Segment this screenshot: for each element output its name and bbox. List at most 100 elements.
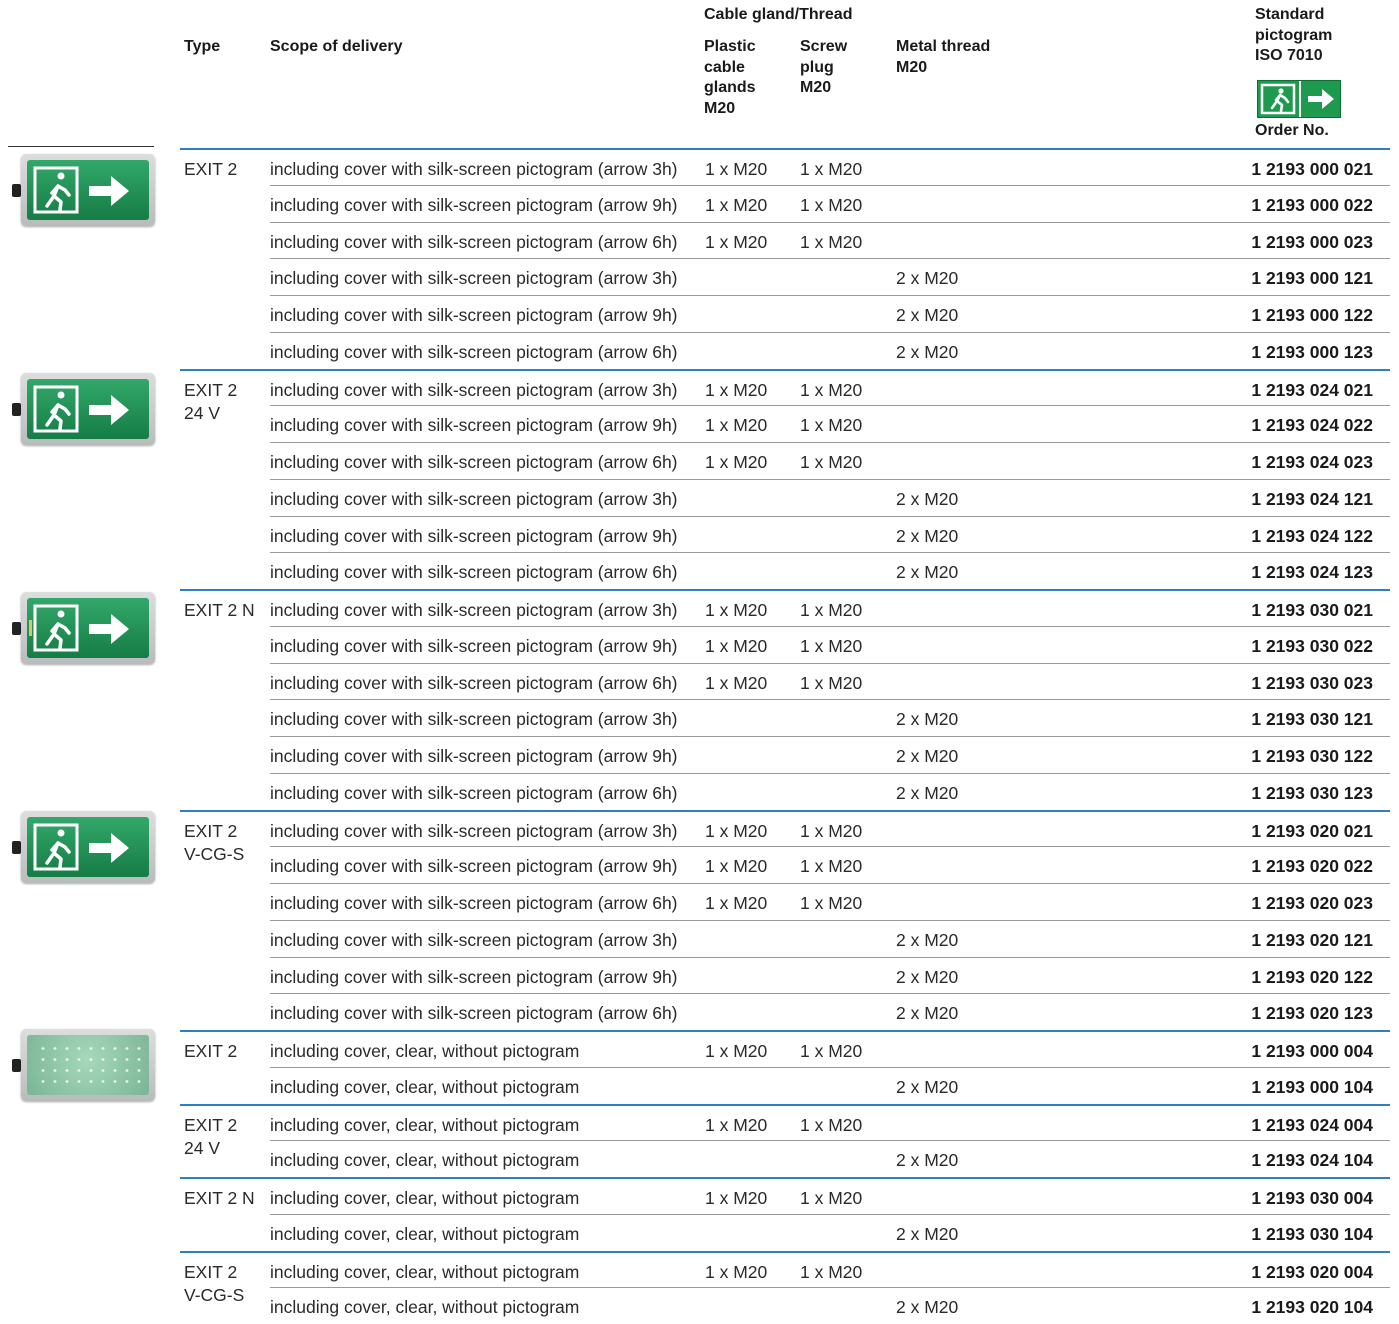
table-row: including cover with silk-screen pictogr… — [180, 624, 1390, 663]
col-header-standard: Standard pictogram ISO 7010 — [1255, 5, 1332, 67]
table-row: EXIT 2 including cover with silk-screen p… — [180, 148, 1390, 185]
cable-gland — [12, 403, 21, 416]
order-number-cell: 1 2193 030 104 — [1251, 1223, 1373, 1244]
scope-cell: including cover, clear, without pictogra… — [270, 1188, 580, 1208]
screw-plug-cell: 1 x M20 — [800, 600, 863, 620]
metal-thread-cell: 2 x M20 — [896, 562, 959, 583]
scope-cell: including cover with silk-screen pictogr… — [270, 268, 678, 289]
plastic-gland-cell: 1 x M20 — [705, 415, 768, 436]
scope-cell: including cover, clear, without pictogra… — [270, 1114, 580, 1135]
metal-thread-cell: 2 x M20 — [896, 1003, 959, 1024]
scope-cell: including cover, clear, without pictogra… — [270, 1297, 580, 1318]
header-line: Plastic — [704, 38, 756, 55]
order-number-cell: 1 2193 000 021 — [1251, 159, 1373, 179]
screw-plug-cell: 1 x M20 — [800, 672, 863, 693]
scope-cell: including cover with silk-screen pictogr… — [270, 379, 678, 400]
screw-plug-cell: 1 x M20 — [800, 1188, 863, 1208]
scope-cell: including cover with silk-screen pictogr… — [270, 525, 678, 546]
metal-thread-cell: 2 x M20 — [896, 966, 959, 987]
order-number-cell: 1 2193 020 104 — [1251, 1297, 1373, 1318]
plastic-gland-cell: 1 x M20 — [705, 159, 768, 179]
screw-plug-cell: 1 x M20 — [800, 635, 863, 656]
screw-plug-cell: 1 x M20 — [800, 1041, 863, 1061]
table-row: including cover with silk-screen pictogr… — [180, 477, 1390, 516]
header-line: pictogram — [1255, 26, 1333, 44]
exit-pictogram-icon — [1257, 80, 1341, 118]
metal-thread-cell: 2 x M20 — [896, 746, 959, 766]
table-row: including cover with silk-screen pictogr… — [180, 330, 1390, 369]
table-row: including cover with silk-screen pictogr… — [180, 992, 1390, 1030]
order-number-cell: 1 2193 020 022 — [1251, 856, 1373, 877]
product-image-exit-2-v-cg-s-pictogram — [12, 811, 155, 883]
plastic-gland-cell: 1 x M20 — [705, 452, 768, 472]
plastic-gland-cell: 1 x M20 — [705, 379, 768, 400]
order-number-cell: 1 2193 020 122 — [1251, 966, 1373, 987]
scope-cell: including cover with silk-screen pictogr… — [270, 856, 678, 877]
screw-plug-cell: 1 x M20 — [800, 379, 863, 400]
table-row: EXIT 2 24 Vincluding cover, clear, witho… — [180, 1103, 1390, 1158]
table-row: including cover with silk-screen pictogr… — [180, 404, 1390, 442]
scope-cell: including cover with silk-screen pictogr… — [270, 746, 678, 766]
metal-thread-cell: 2 x M20 — [896, 305, 959, 325]
plastic-gland-cell: 1 x M20 — [705, 820, 768, 841]
table-row: including cover with silk-screen pictogr… — [180, 882, 1390, 920]
screw-plug-cell: 1 x M20 — [800, 452, 863, 472]
table-row: including cover with silk-screen pictogr… — [180, 845, 1390, 883]
col-group-cable-gland: Cable gland/Thread — [704, 6, 853, 23]
order-number-cell: 1 2193 030 121 — [1251, 709, 1373, 730]
plastic-gland-cell: 1 x M20 — [705, 600, 768, 620]
table-row: EXIT 2 V-CG-S including cover with silk-s… — [180, 809, 1390, 864]
screw-plug-cell: 1 x M20 — [800, 159, 863, 179]
scope-cell: including cover with silk-screen pictogr… — [270, 452, 678, 472]
table-row: including cover, clear, without pictogra… — [180, 1139, 1390, 1177]
order-number-cell: 1 2193 020 023 — [1251, 893, 1373, 913]
table-row: including cover with silk-screen pictogr… — [180, 220, 1390, 259]
scope-cell: including cover, clear, without pictogra… — [270, 1223, 580, 1244]
product-image-exit-2-clear-cover — [12, 1029, 155, 1101]
order-number-cell: 1 2193 020 004 — [1251, 1261, 1373, 1282]
type-cell: EXIT 2 — [184, 1041, 238, 1061]
left-divider — [8, 146, 154, 147]
table-row: EXIT 2 N including cover with silk-screen… — [180, 589, 1390, 626]
table-row: including cover with silk-screen pictogr… — [180, 551, 1390, 589]
order-number-cell: 1 2193 030 122 — [1251, 746, 1373, 766]
scope-cell: including cover with silk-screen pictogr… — [270, 305, 678, 325]
order-number-cell: 1 2193 000 123 — [1251, 341, 1373, 362]
scope-cell: including cover with silk-screen pictogr… — [270, 341, 678, 362]
order-number-cell: 1 2193 024 004 — [1251, 1114, 1373, 1135]
order-table: EXIT 2 including cover with silk-screen p… — [180, 148, 1390, 1324]
col-header-type: Type — [184, 38, 221, 55]
metal-thread-cell: 2 x M20 — [896, 341, 959, 362]
header-line: cable — [704, 58, 745, 76]
screw-plug-cell: 1 x M20 — [800, 415, 863, 436]
screw-plug-cell: 1 x M20 — [800, 856, 863, 877]
order-number-cell: 1 2193 000 122 — [1251, 305, 1373, 325]
scope-cell: including cover, clear, without pictogra… — [270, 1041, 580, 1061]
type-cell: EXIT 2 N — [184, 1188, 255, 1208]
plastic-gland-cell: 1 x M20 — [705, 672, 768, 693]
table-row: including cover with silk-screen pictogr… — [180, 661, 1390, 700]
scope-cell: including cover with silk-screen pictogr… — [270, 672, 678, 693]
col-header-order-no: Order No. — [1255, 122, 1329, 139]
table-row: including cover with silk-screen pictogr… — [180, 514, 1390, 553]
plastic-gland-cell: 1 x M20 — [705, 1041, 768, 1061]
order-number-cell: 1 2193 020 021 — [1251, 820, 1373, 841]
plastic-gland-cell: 1 x M20 — [705, 893, 768, 913]
header-line: Standard — [1255, 6, 1325, 23]
table-row: including cover, clear, without pictogra… — [180, 1212, 1390, 1251]
metal-thread-cell: 2 x M20 — [896, 1297, 959, 1318]
metal-thread-cell: 2 x M20 — [896, 1150, 959, 1171]
order-number-cell: 1 2193 030 123 — [1251, 782, 1373, 803]
scope-cell: including cover with silk-screen pictogr… — [270, 820, 678, 841]
plastic-gland-cell: 1 x M20 — [705, 1114, 768, 1135]
col-header-metal: Metal thread M20 — [896, 37, 990, 78]
scope-cell: including cover with silk-screen pictogr… — [270, 635, 678, 656]
table-row: including cover, clear, without pictogra… — [180, 1286, 1390, 1324]
screw-plug-cell: 1 x M20 — [800, 820, 863, 841]
screw-plug-cell: 1 x M20 — [800, 231, 863, 252]
plastic-gland-cell: 1 x M20 — [705, 635, 768, 656]
product-image-exit-2-24v-pictogram — [12, 373, 155, 445]
metal-thread-cell: 2 x M20 — [896, 782, 959, 803]
table-row: including cover with silk-screen pictogr… — [180, 918, 1390, 957]
order-number-cell: 1 2193 024 104 — [1251, 1150, 1373, 1171]
